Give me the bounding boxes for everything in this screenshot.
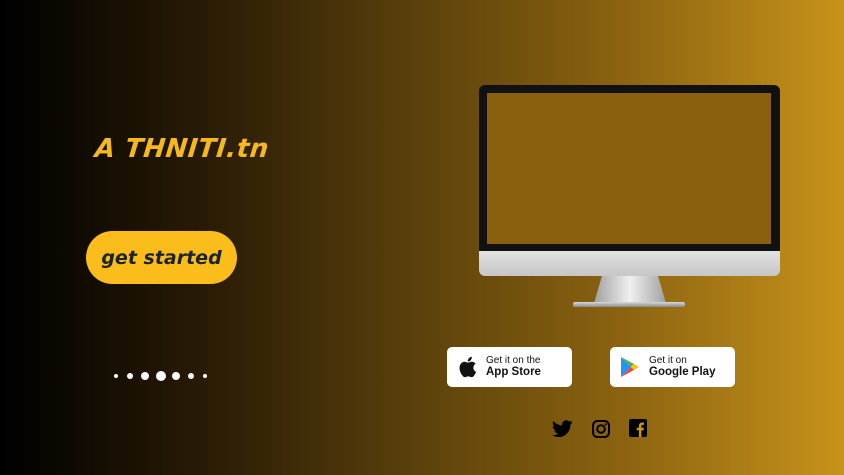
monitor-screen-frame <box>479 85 780 251</box>
carousel-dot[interactable] <box>188 373 194 379</box>
carousel-dot-active[interactable] <box>156 371 166 381</box>
facebook-icon[interactable] <box>629 419 647 437</box>
twitter-icon[interactable] <box>552 419 573 439</box>
carousel-dot[interactable] <box>127 373 133 379</box>
monitor-chin <box>479 251 780 276</box>
monitor-screen <box>487 93 771 244</box>
get-started-button[interactable]: get started <box>86 231 237 284</box>
google-play-text: Get it on Google Play <box>649 354 716 379</box>
app-store-badge[interactable]: Get it on the App Store <box>447 347 572 387</box>
google-play-label: Google Play <box>649 366 716 379</box>
monitor-illustration <box>479 85 780 310</box>
instagram-icon[interactable] <box>591 419 610 438</box>
carousel-dot[interactable] <box>172 372 180 380</box>
google-play-icon <box>619 355 641 379</box>
google-play-caption: Get it on <box>649 354 687 366</box>
app-store-caption: Get it on the <box>486 354 541 366</box>
apple-icon <box>456 355 478 379</box>
carousel-dot[interactable] <box>203 374 207 378</box>
brand-logo[interactable]: A THNITI.tn <box>93 134 270 164</box>
carousel-dot[interactable] <box>114 374 118 378</box>
carousel-dot[interactable] <box>141 372 149 380</box>
carousel-dots <box>112 369 212 383</box>
google-play-badge[interactable]: Get it on Google Play <box>610 347 735 387</box>
monitor-stand <box>594 276 666 303</box>
monitor-base <box>573 302 685 307</box>
app-store-text: Get it on the App Store <box>486 354 541 379</box>
app-store-label: App Store <box>486 366 541 379</box>
